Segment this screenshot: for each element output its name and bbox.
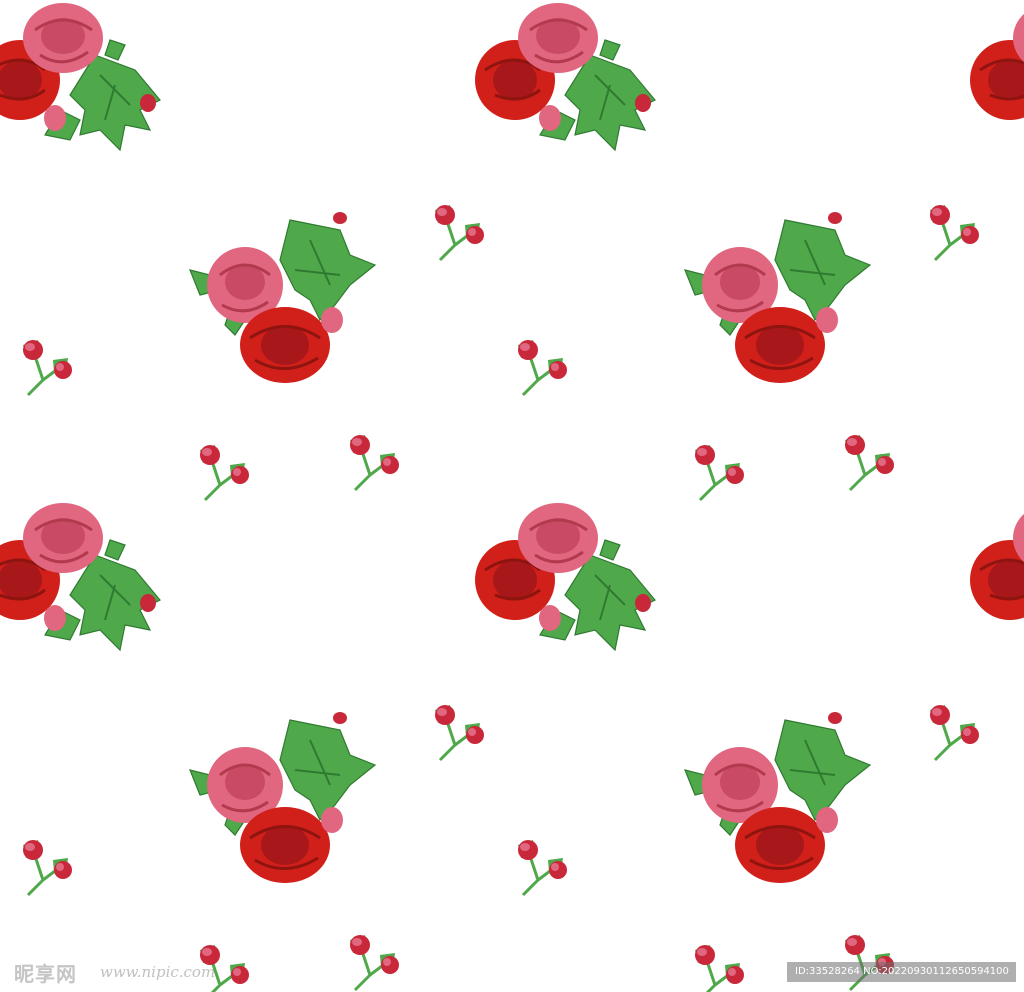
rosebud-pair: [348, 933, 401, 992]
rose-bouquet: [968, 501, 1024, 652]
rosebud-pair: [21, 838, 74, 897]
rosebud-pair: [433, 203, 486, 262]
rosebud-pair: [348, 433, 401, 492]
rosebud-pair: [693, 443, 746, 502]
rosebud-pair: [693, 943, 746, 992]
watermark-id: ID:33528264 NO:20220930112650594100: [787, 962, 1016, 982]
rose-bouquet: [0, 1, 162, 152]
watermark-logo: 昵享网: [14, 962, 77, 986]
rosebud-pair: [928, 703, 981, 762]
rosebud-pair: [21, 338, 74, 397]
rose-bouquet: [683, 210, 872, 385]
rose-bouquet: [683, 710, 872, 885]
floral-pattern: [0, 1, 1024, 992]
rose-bouquet: [188, 210, 377, 385]
rose-bouquet: [968, 1, 1024, 152]
rosebud-pair: [843, 433, 896, 492]
rosebud-pair: [433, 703, 486, 762]
rose-bouquet: [0, 501, 162, 652]
rosebud-pair: [198, 443, 251, 502]
rose-bouquet: [473, 1, 657, 152]
rosebud-pair: [516, 838, 569, 897]
rose-bouquet: [188, 710, 377, 885]
watermark-url: www.nipic.com: [100, 963, 216, 981]
rose-bouquet: [473, 501, 657, 652]
rosebud-pair: [928, 203, 981, 262]
rosebud-pair: [516, 338, 569, 397]
